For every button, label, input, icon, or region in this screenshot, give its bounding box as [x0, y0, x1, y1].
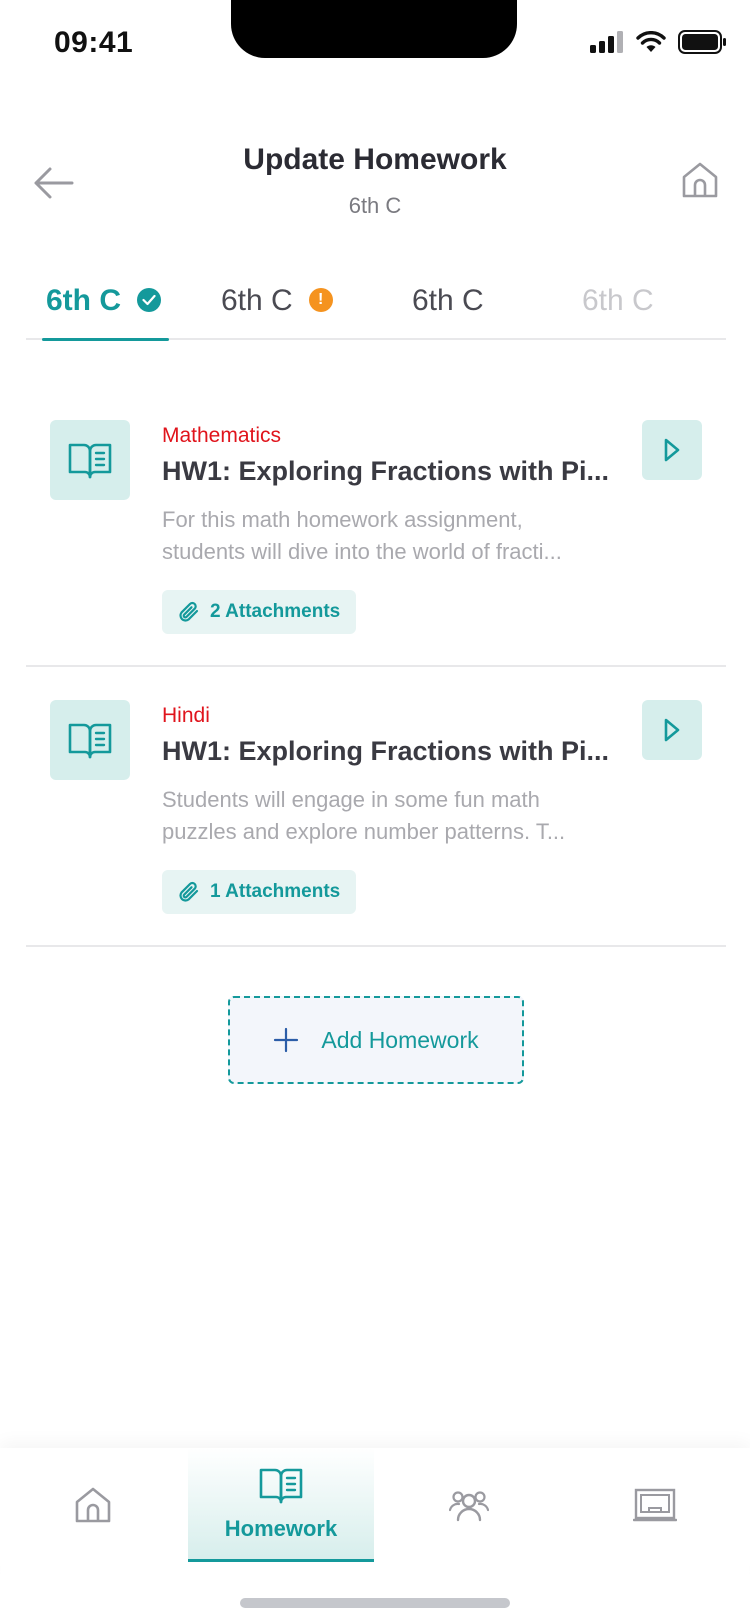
- add-homework-label: Add Homework: [321, 1026, 479, 1053]
- app-screen: 09:41 Update Homework 6th C 6th C 6th C …: [0, 0, 750, 1624]
- description-line: students will dive into the world of fra…: [162, 539, 562, 564]
- homework-subject: Hindi: [162, 704, 210, 727]
- nav-home[interactable]: [0, 1448, 186, 1562]
- homework-title: HW1: Exploring Fractions with Pi...: [162, 736, 610, 766]
- battery-icon: [678, 30, 726, 54]
- tab-class-4[interactable]: 6th C: [582, 284, 654, 340]
- homework-description: For this math homework assignment, stude…: [162, 504, 612, 568]
- description-line: puzzles and explore number patterns. T..…: [162, 819, 566, 844]
- tab-label: 6th C: [221, 284, 293, 317]
- play-icon: [664, 718, 680, 742]
- add-homework-button[interactable]: Add Homework: [228, 996, 524, 1084]
- open-homework-button[interactable]: [642, 700, 702, 760]
- page-title: Update Homework: [243, 143, 507, 176]
- homework-title: HW1: Exploring Fractions with Pi...: [162, 456, 610, 486]
- attachments-label: 1 Attachments: [210, 881, 341, 902]
- home-icon: [682, 162, 718, 198]
- homework-card[interactable]: Mathematics HW1: Exploring Fractions wit…: [26, 420, 726, 667]
- class-tabs: 6th C 6th C ! 6th C 6th C: [26, 272, 726, 341]
- play-icon: [664, 438, 680, 462]
- attachments-chip[interactable]: 1 Attachments: [162, 870, 357, 914]
- signal-icon: [590, 31, 623, 53]
- check-badge-icon: [137, 288, 161, 312]
- device-notch: [231, 0, 517, 58]
- wifi-icon: [636, 31, 666, 52]
- nav-homework[interactable]: Homework: [188, 1448, 374, 1562]
- book-icon: [50, 420, 130, 500]
- nav-classroom[interactable]: [562, 1448, 748, 1562]
- book-icon: [50, 700, 130, 780]
- warning-badge-icon: !: [308, 288, 333, 312]
- homework-description: Students will engage in some fun math pu…: [162, 784, 612, 848]
- page-subtitle: 6th C: [348, 193, 402, 218]
- nav-students[interactable]: [376, 1448, 562, 1562]
- description-line: For this math homework assignment,: [162, 507, 523, 532]
- home-icon: [75, 1487, 111, 1523]
- status-icons: [590, 30, 726, 54]
- paperclip-icon: [179, 601, 199, 622]
- nav-homework-label: Homework: [224, 1515, 338, 1541]
- tab-label: 6th C: [46, 284, 121, 317]
- status-time: 09:41: [54, 26, 134, 59]
- plus-icon: [274, 1027, 299, 1053]
- open-homework-button[interactable]: [642, 420, 702, 480]
- homework-subject: Mathematics: [162, 424, 282, 447]
- tab-label: 6th C: [412, 284, 484, 317]
- tab-class-3[interactable]: 6th C: [412, 284, 484, 340]
- tab-class-1[interactable]: 6th C: [42, 284, 169, 341]
- paperclip-icon: [179, 881, 199, 902]
- tab-class-2[interactable]: 6th C !: [221, 284, 333, 340]
- tab-label: 6th C: [582, 284, 654, 317]
- homework-card[interactable]: Hindi HW1: Exploring Fractions with Pi..…: [26, 700, 726, 947]
- board-icon: [633, 1488, 677, 1522]
- attachments-chip[interactable]: 2 Attachments: [162, 590, 357, 634]
- attachments-label: 2 Attachments: [210, 601, 341, 622]
- home-indicator: [240, 1598, 510, 1608]
- people-icon: [449, 1491, 489, 1522]
- description-line: Students will engage in some fun math: [162, 787, 540, 812]
- book-icon: [259, 1468, 303, 1503]
- home-button[interactable]: [676, 156, 724, 204]
